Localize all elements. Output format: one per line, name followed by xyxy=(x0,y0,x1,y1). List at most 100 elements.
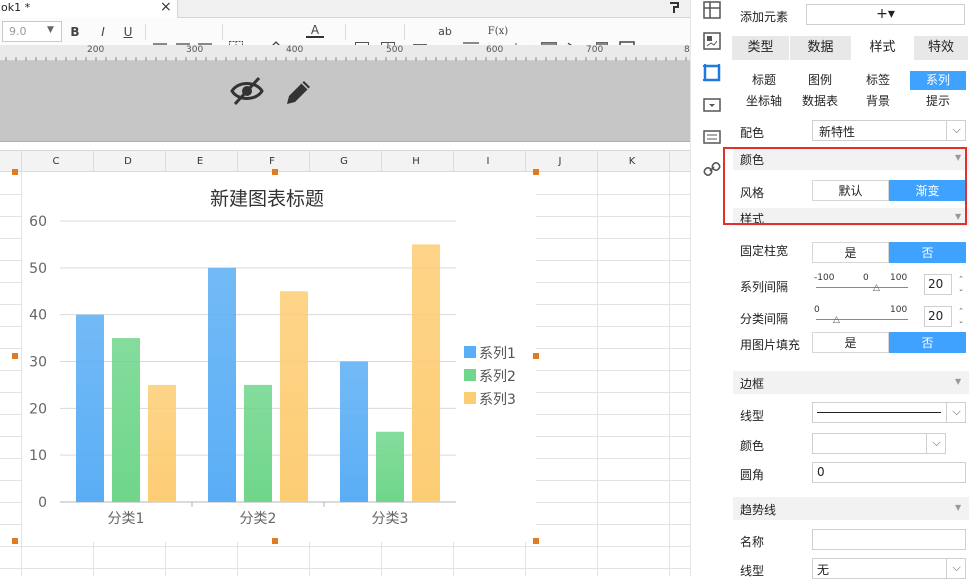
resize-handle[interactable] xyxy=(12,353,18,359)
x-tick-label: 分类2 xyxy=(240,511,277,527)
subtab-title[interactable]: 标题 xyxy=(736,71,792,90)
line-type-select[interactable]: ⌵ xyxy=(812,402,966,423)
x-tick-label: 分类3 xyxy=(372,511,409,527)
resize-handle[interactable] xyxy=(12,538,18,544)
column-header[interactable]: H xyxy=(406,156,426,167)
font-size-value: 9.0 xyxy=(9,25,27,38)
subtab-datasheet[interactable]: 数据表 xyxy=(792,92,848,111)
column-header[interactable]: C xyxy=(46,156,66,167)
subtab-label[interactable]: 标签 xyxy=(850,71,906,90)
border-section-header[interactable]: 边框 ▼ xyxy=(733,371,969,394)
legend-swatch xyxy=(464,346,476,358)
text-color-button[interactable]: A xyxy=(306,23,324,38)
resize-handle[interactable] xyxy=(533,353,539,359)
y-tick-label: 0 xyxy=(38,495,47,511)
resize-handle[interactable] xyxy=(533,169,539,175)
italic-button[interactable]: I xyxy=(96,23,110,41)
category-gap-slider[interactable] xyxy=(816,319,908,320)
tab-data[interactable]: 数据 xyxy=(790,36,852,60)
resize-handle[interactable] xyxy=(533,538,539,544)
legend-label: 系列2 xyxy=(479,369,516,385)
chart-title[interactable]: 新建图表标题 xyxy=(210,188,324,210)
list-element-icon[interactable] xyxy=(703,128,721,146)
dropdown-element-icon[interactable] xyxy=(703,96,721,114)
formula-button[interactable]: F(x) xyxy=(487,23,509,41)
chart-element-icon[interactable] xyxy=(703,64,721,82)
corner-radius-input[interactable]: 0 xyxy=(812,462,966,483)
eye-off-icon[interactable] xyxy=(230,75,264,107)
format-toolbar: 9.0 ▼ B I U A ab F(x) xyxy=(0,18,690,55)
subtab-tooltip[interactable]: 提示 xyxy=(910,92,966,111)
format-painter-icon[interactable] xyxy=(668,1,682,15)
image-element-icon[interactable] xyxy=(703,32,721,50)
y-tick-label: 10 xyxy=(29,448,47,464)
tab-style[interactable]: 样式 xyxy=(852,36,914,60)
font-size-select[interactable]: 9.0 ▼ xyxy=(2,21,62,42)
trend-section-header[interactable]: 趋势线 ▼ xyxy=(733,497,969,520)
chevron-down-icon[interactable]: ⌄ xyxy=(955,284,967,294)
fixed-width-no[interactable]: 否 xyxy=(889,242,966,263)
image-fill-no[interactable]: 否 xyxy=(889,332,966,353)
chevron-down-icon: ⌵ xyxy=(946,402,966,423)
corner-radius-label: 圆角 xyxy=(740,468,765,482)
document-tab[interactable]: ok1 * × xyxy=(0,0,178,18)
bold-button[interactable]: B xyxy=(68,23,82,41)
column-header[interactable]: G xyxy=(334,156,354,167)
series-gap-stepper[interactable]: ⌃ ⌄ xyxy=(955,274,967,295)
document-tab-title: ok1 * xyxy=(1,1,31,14)
chevron-up-icon[interactable]: ⌃ xyxy=(955,274,967,284)
y-tick-label: 30 xyxy=(29,355,47,371)
fixed-width-yes[interactable]: 是 xyxy=(812,242,889,263)
bar xyxy=(280,291,308,502)
series-gap-label: 系列间隔 xyxy=(740,280,789,294)
slider-thumb-icon[interactable]: △ xyxy=(873,283,880,293)
slider-thumb-icon[interactable]: △ xyxy=(833,315,840,325)
column-header[interactable]: J xyxy=(550,156,570,167)
trend-section-title: 趋势线 xyxy=(740,503,777,517)
x-tick-label: 分类1 xyxy=(108,511,145,527)
border-color-label: 颜色 xyxy=(740,439,765,453)
color-scheme-select[interactable]: 新特性 ⌵ xyxy=(812,120,966,141)
subtab-series[interactable]: 系列 xyxy=(910,71,966,90)
collapse-icon: ▼ xyxy=(955,503,962,512)
resize-handle[interactable] xyxy=(272,538,278,544)
column-header[interactable]: I xyxy=(478,156,498,167)
bar xyxy=(244,384,272,502)
category-gap-input[interactable]: 20 xyxy=(924,306,952,327)
column-header[interactable]: E xyxy=(190,156,210,167)
tab-effects[interactable]: 特效 xyxy=(914,36,969,60)
link-icon[interactable] xyxy=(703,160,721,178)
slider-scale-label: -100 xyxy=(814,273,835,283)
bar-chart[interactable]: 新建图表标题 0 10 20 30 40 50 60 分类1 分类2 分类3 系列1 系列2 系列3 xyxy=(22,172,536,542)
close-icon[interactable]: × xyxy=(160,0,172,15)
trend-line-label: 线型 xyxy=(740,564,765,578)
color-scheme-value: 新特性 xyxy=(819,125,856,139)
subtab-background[interactable]: 背景 xyxy=(850,92,906,111)
category-gap-label: 分类间隔 xyxy=(740,312,789,326)
image-fill-yes[interactable]: 是 xyxy=(812,332,889,353)
series-gap-slider[interactable] xyxy=(816,287,908,288)
chevron-down-icon: ⌵ xyxy=(926,433,946,454)
resize-handle[interactable] xyxy=(12,169,18,175)
border-section-title: 边框 xyxy=(740,377,765,391)
chevron-down-icon[interactable]: ⌄ xyxy=(955,316,967,326)
add-element-button[interactable]: +▾ xyxy=(806,4,965,25)
category-gap-stepper[interactable]: ⌃ ⌄ xyxy=(955,306,967,327)
ab-text-button[interactable]: ab xyxy=(437,23,453,41)
underline-button[interactable]: U xyxy=(121,23,135,41)
cell-element-icon[interactable] xyxy=(703,1,721,19)
subtab-axis[interactable]: 坐标轴 xyxy=(736,92,792,111)
slider-scale-label: 0 xyxy=(814,305,820,315)
series-gap-input[interactable]: 20 xyxy=(924,274,952,295)
subtab-legend[interactable]: 图例 xyxy=(792,71,848,90)
resize-handle[interactable] xyxy=(272,169,278,175)
column-header[interactable]: K xyxy=(622,156,642,167)
line-type-label: 线型 xyxy=(740,409,765,423)
column-header[interactable]: F xyxy=(262,156,282,167)
trend-name-input[interactable] xyxy=(812,529,966,550)
column-header[interactable]: D xyxy=(118,156,138,167)
chevron-up-icon[interactable]: ⌃ xyxy=(955,306,967,316)
tab-type[interactable]: 类型 xyxy=(732,36,790,60)
edit-pencil-icon[interactable] xyxy=(283,76,313,108)
border-color-select[interactable]: ⌵ xyxy=(812,433,946,454)
